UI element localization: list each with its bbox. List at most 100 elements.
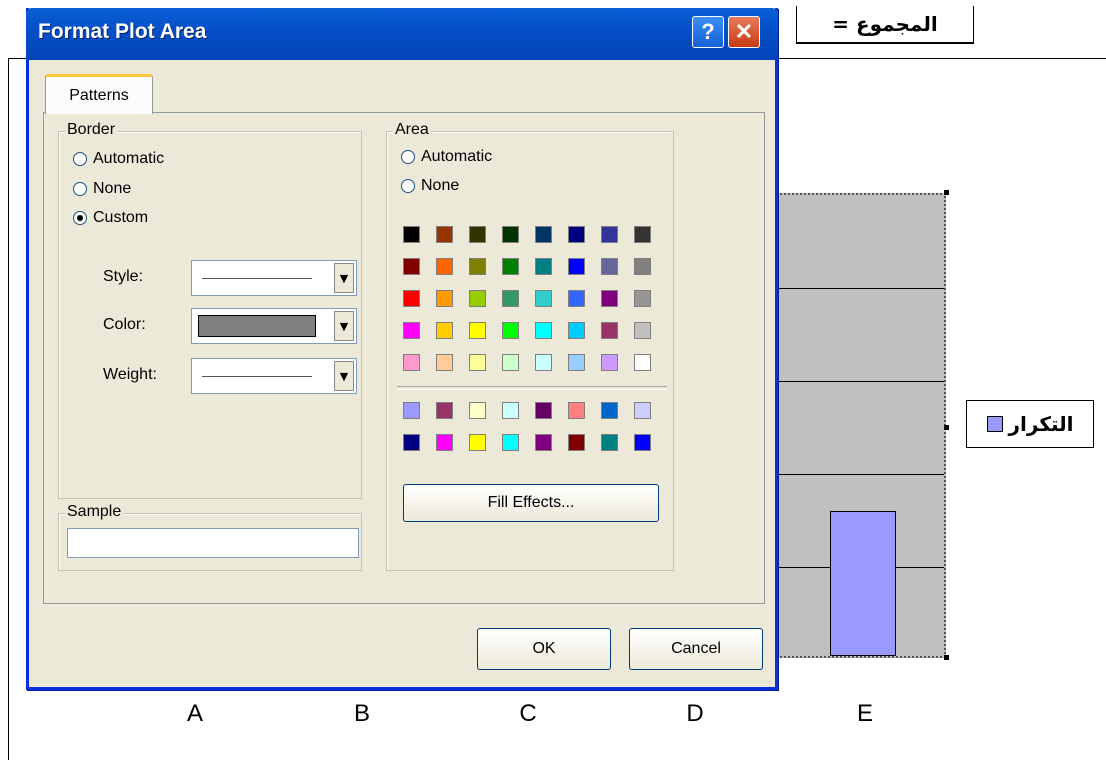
color-swatch[interactable] <box>502 354 519 371</box>
selection-handle[interactable] <box>944 190 949 195</box>
color-swatch[interactable] <box>535 322 552 339</box>
color-swatch[interactable] <box>535 354 552 371</box>
area-automatic-radio[interactable]: Automatic <box>401 148 492 166</box>
radio-circle <box>73 182 87 196</box>
color-swatch[interactable] <box>568 402 585 419</box>
color-swatch[interactable] <box>601 258 618 275</box>
color-swatch[interactable] <box>502 322 519 339</box>
color-dropdown[interactable]: ▼ <box>191 308 357 344</box>
color-swatch[interactable] <box>502 258 519 275</box>
style-label: Style: <box>103 268 144 285</box>
color-swatch[interactable] <box>403 402 420 419</box>
style-dropdown[interactable]: ▼ <box>191 260 357 296</box>
color-swatch[interactable] <box>568 258 585 275</box>
color-swatch[interactable] <box>403 258 420 275</box>
chart-legend[interactable]: التكرار <box>966 400 1094 448</box>
color-swatch[interactable] <box>436 354 453 371</box>
dialog-title: Format Plot Area <box>38 20 207 43</box>
chevron-down-icon[interactable]: ▼ <box>334 311 354 341</box>
color-swatch[interactable] <box>601 402 618 419</box>
color-swatch[interactable] <box>535 402 552 419</box>
color-swatch[interactable] <box>568 226 585 243</box>
color-swatch[interactable] <box>403 354 420 371</box>
radio-circle <box>401 150 415 164</box>
color-swatch[interactable] <box>568 322 585 339</box>
color-swatch[interactable] <box>535 258 552 275</box>
ok-button[interactable]: OK <box>477 628 611 670</box>
color-swatch[interactable] <box>436 258 453 275</box>
border-custom-radio[interactable]: Custom <box>73 209 148 227</box>
color-swatch[interactable] <box>502 434 519 451</box>
sheet-border-left <box>8 58 9 760</box>
color-swatch[interactable] <box>634 226 651 243</box>
radio-circle <box>73 211 87 225</box>
color-swatch[interactable] <box>403 290 420 307</box>
color-swatch[interactable] <box>436 402 453 419</box>
bar-E[interactable] <box>830 511 896 656</box>
selection-handle[interactable] <box>944 655 949 660</box>
color-swatch[interactable] <box>535 226 552 243</box>
radio-label: Automatic <box>93 150 165 167</box>
color-swatch[interactable] <box>469 226 486 243</box>
color-swatch[interactable] <box>634 322 651 339</box>
border-group-label: Border <box>65 121 118 139</box>
color-swatch[interactable] <box>568 290 585 307</box>
color-swatch[interactable] <box>403 226 420 243</box>
cancel-button[interactable]: Cancel <box>629 628 763 670</box>
chevron-down-icon[interactable]: ▼ <box>334 361 354 391</box>
selection-handle[interactable] <box>944 425 949 430</box>
color-swatch[interactable] <box>634 354 651 371</box>
color-swatch <box>198 315 316 337</box>
color-swatch[interactable] <box>436 226 453 243</box>
color-swatch[interactable] <box>469 258 486 275</box>
tab-patterns[interactable]: Patterns <box>45 74 153 114</box>
dialog-titlebar[interactable]: Format Plot Area ? ✕ <box>26 8 778 60</box>
area-group: Area Automatic None Fill Effects... <box>386 121 674 571</box>
color-swatch[interactable] <box>436 322 453 339</box>
color-swatch[interactable] <box>601 434 618 451</box>
color-swatch[interactable] <box>469 290 486 307</box>
border-automatic-radio[interactable]: Automatic <box>73 150 164 168</box>
tab-panel: Border Automatic None Custom Style: ▼ Co… <box>43 112 765 604</box>
color-swatch[interactable] <box>469 322 486 339</box>
color-swatch[interactable] <box>502 402 519 419</box>
border-group: Border Automatic None Custom Style: ▼ Co… <box>58 121 362 499</box>
color-swatch[interactable] <box>436 434 453 451</box>
color-swatch[interactable] <box>601 354 618 371</box>
x-tick-label: A <box>186 700 204 727</box>
color-swatch[interactable] <box>568 434 585 451</box>
weight-dropdown[interactable]: ▼ <box>191 358 357 394</box>
fill-effects-button[interactable]: Fill Effects... <box>403 484 659 522</box>
color-swatch[interactable] <box>469 402 486 419</box>
color-swatch[interactable] <box>469 354 486 371</box>
color-swatch[interactable] <box>634 434 651 451</box>
color-swatch[interactable] <box>436 290 453 307</box>
area-none-radio[interactable]: None <box>401 177 459 195</box>
color-label: Color: <box>103 316 146 333</box>
color-swatch[interactable] <box>469 434 486 451</box>
line-sample <box>202 376 312 377</box>
color-swatch[interactable] <box>403 434 420 451</box>
color-swatch[interactable] <box>601 226 618 243</box>
color-swatch[interactable] <box>601 290 618 307</box>
color-swatch[interactable] <box>502 290 519 307</box>
radio-label: None <box>421 177 460 194</box>
chevron-down-icon[interactable]: ▼ <box>334 263 354 293</box>
color-swatch[interactable] <box>502 226 519 243</box>
color-swatch[interactable] <box>535 290 552 307</box>
border-none-radio[interactable]: None <box>73 180 131 198</box>
radio-circle <box>73 152 87 166</box>
color-swatch[interactable] <box>601 322 618 339</box>
color-swatch[interactable] <box>634 258 651 275</box>
color-swatch[interactable] <box>568 354 585 371</box>
close-button[interactable]: ✕ <box>728 16 760 48</box>
color-swatch[interactable] <box>403 322 420 339</box>
color-swatch[interactable] <box>634 402 651 419</box>
color-swatch[interactable] <box>634 290 651 307</box>
color-swatch[interactable] <box>535 434 552 451</box>
sample-preview <box>67 528 359 558</box>
x-tick-label: E <box>856 700 874 727</box>
radio-label: None <box>93 180 132 197</box>
help-button[interactable]: ? <box>692 16 724 48</box>
radio-label: Custom <box>93 209 149 226</box>
